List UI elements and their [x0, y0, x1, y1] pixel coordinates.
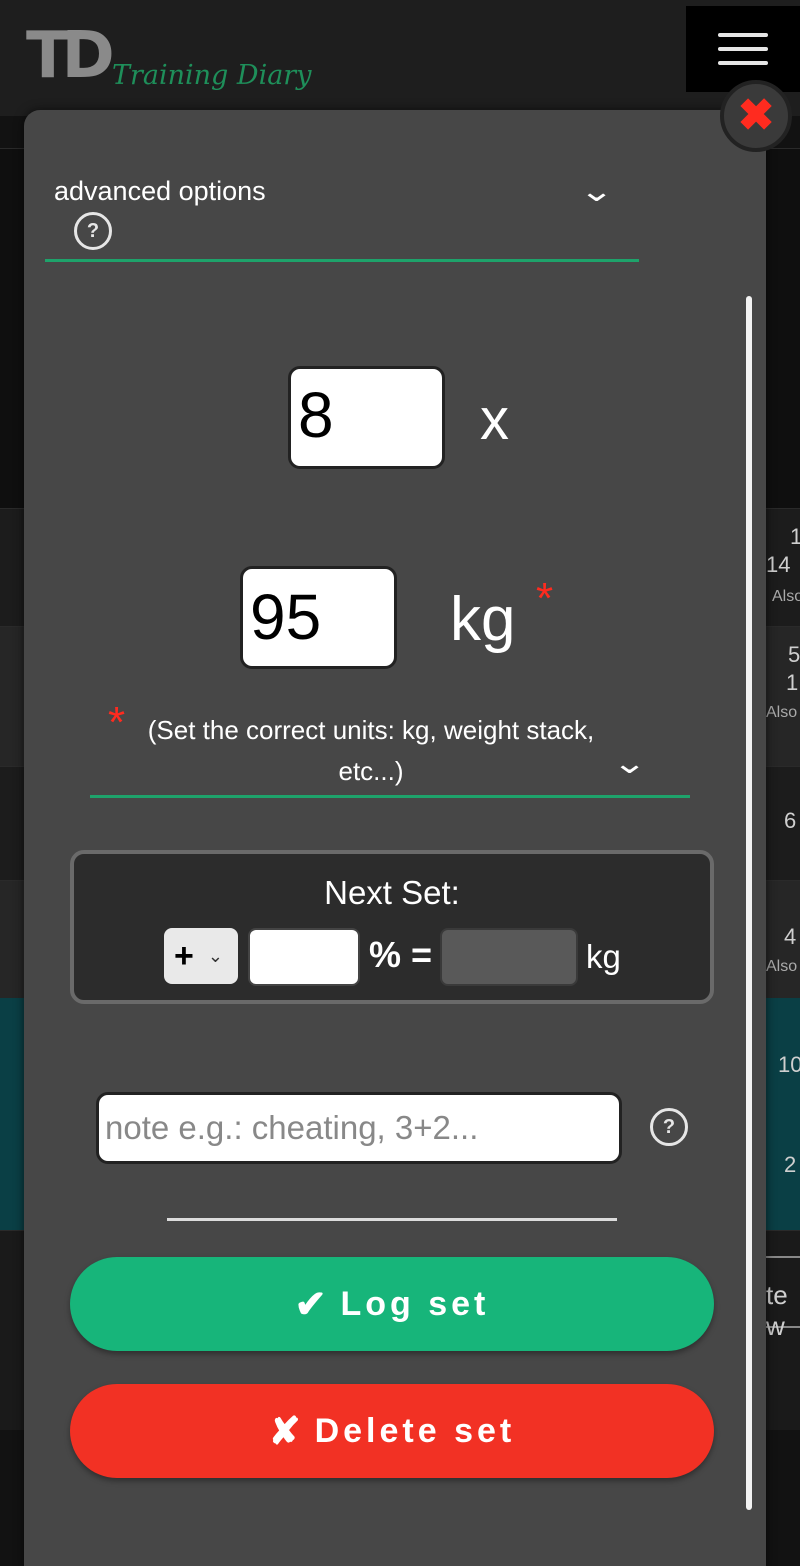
background-value: 10 [778, 1052, 800, 1077]
background-value: 6 [784, 808, 797, 833]
background-value: Also [766, 958, 798, 975]
background-value: Also [766, 704, 798, 721]
logo-mark: TD [26, 19, 115, 93]
app-header: TD Training Diary [0, 0, 800, 116]
log-set-button[interactable]: ✔ Log set [70, 1257, 714, 1351]
background-value: 2 [784, 1152, 797, 1177]
background-value: Also [772, 588, 800, 605]
menu-bar-icon [718, 47, 768, 51]
background-input: te w [766, 1256, 800, 1341]
background-value: 14 [766, 552, 791, 577]
reps-input[interactable]: 8 [288, 366, 445, 469]
next-set-title: Next Set: [324, 874, 460, 911]
close-modal-button[interactable]: ✖ [720, 80, 792, 152]
next-set-unit-label: kg [586, 938, 621, 975]
next-set-sign-select[interactable]: + ⌄ [164, 928, 238, 984]
weight-input[interactable]: 95 [240, 566, 397, 669]
next-set-panel: Next Set: + ⌄ % = kg [70, 850, 714, 1004]
app-page: TD Training Diary 1 14 Also 5 1 Also 6 4… [0, 0, 800, 1566]
units-select-label: (Set the correct units: kg, weight stack… [147, 715, 595, 786]
next-set-sign-value: + [174, 936, 194, 975]
help-icon[interactable]: ? [74, 212, 112, 250]
weight-unit-label: kg [450, 585, 516, 654]
background-value: 5 [788, 642, 800, 667]
delete-set-button[interactable]: ✘ Delete set [70, 1384, 714, 1478]
chevron-down-icon: ⌄ [207, 945, 223, 966]
background-input-text: te w [766, 1280, 788, 1341]
units-select[interactable]: * (Set the correct units: kg, weight sta… [90, 698, 690, 798]
percent-equals-label: % = [369, 934, 433, 975]
logo-text: Training Diary [112, 60, 312, 91]
background-value: 4 [784, 924, 797, 949]
divider [167, 1218, 617, 1221]
required-asterisk: * [536, 574, 554, 623]
cross-icon: ✘ [268, 1410, 301, 1453]
background-value: 1 [790, 524, 800, 549]
checkmark-icon: ✔ [294, 1283, 327, 1326]
help-icon[interactable]: ? [650, 1108, 688, 1146]
modal-scrollbar[interactable] [746, 296, 752, 1510]
required-asterisk: * [108, 698, 126, 747]
next-set-percent-input[interactable] [248, 928, 360, 986]
background-value: 1 [786, 670, 799, 695]
next-set-result-field [440, 928, 578, 986]
close-icon: ✖ [737, 91, 775, 140]
advanced-options-dropdown[interactable]: advanced options ⌄ ? [45, 172, 639, 262]
app-logo[interactable]: TD [26, 19, 126, 93]
hamburger-menu-button[interactable] [686, 6, 800, 92]
note-input[interactable]: note e.g.: cheating, 3+2... [96, 1092, 622, 1164]
chevron-down-icon: ⌄ [578, 175, 615, 208]
reps-multiplier-label: x [480, 387, 509, 452]
advanced-options-label: advanced options [54, 176, 266, 206]
menu-bar-icon [718, 33, 768, 37]
delete-set-label: Delete set [314, 1411, 516, 1450]
log-set-label: Log set [340, 1284, 490, 1323]
chevron-down-icon: ⌄ [611, 747, 648, 780]
menu-bar-icon [718, 61, 768, 65]
